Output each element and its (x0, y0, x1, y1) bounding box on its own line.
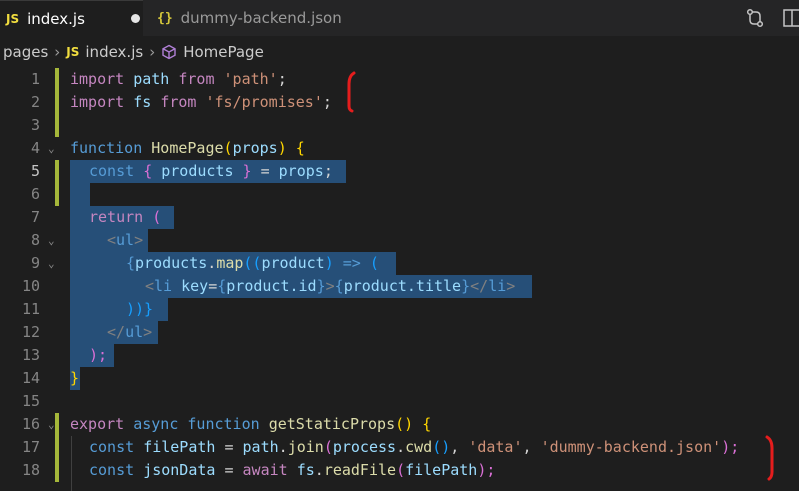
code-text: const { products } = props; (89, 162, 333, 180)
code-line: 5 const { products } = props; (0, 160, 799, 183)
line-number: 16 (21, 415, 40, 433)
line-number: 9 (30, 254, 40, 272)
tab-index-js[interactable]: JS index.js (0, 0, 143, 36)
code-text: {products.map((product) => ( (126, 254, 379, 272)
unsaved-dot-icon[interactable] (130, 14, 140, 23)
symbol-method-icon (161, 44, 177, 60)
line-number: 18 (21, 461, 40, 479)
code-text: </ul> (107, 323, 153, 341)
git-modified-marker (55, 459, 59, 482)
line-number: 5 (30, 162, 40, 180)
code-line: 12 </ul> (0, 321, 799, 344)
code-text: <li key={product.id}>{product.title}</li… (145, 277, 516, 295)
code-text: export async function getStaticProps() { (70, 415, 432, 433)
breadcrumb-file[interactable]: index.js (85, 43, 143, 61)
tab-label: index.js (27, 9, 85, 28)
split-editor-icon[interactable] (783, 8, 799, 28)
tab-dummy-backend-json[interactable]: {} dummy-backend.json (143, 0, 373, 36)
code-line: 13 ); (0, 344, 799, 367)
git-modified-marker (55, 160, 59, 183)
line-number: 13 (21, 346, 40, 364)
code-line: 2 import fs from 'fs/promises'; (0, 91, 799, 114)
line-number: 11 (21, 300, 40, 318)
line-number: 15 (21, 392, 40, 410)
line-number: 8 (30, 231, 40, 249)
fold-chevron-icon[interactable]: ⌄ (48, 252, 58, 275)
annotation-mark (347, 71, 356, 113)
breadcrumb: pages › JS index.js › HomePage (0, 38, 264, 66)
json-file-icon: {} (157, 10, 173, 26)
code-editor[interactable]: 1 import path from 'path'; 2 import fs f… (0, 68, 799, 491)
tab-label: dummy-backend.json (180, 9, 342, 27)
code-line: 6 (0, 183, 799, 206)
code-line: 18 const jsonData = await fs.readFile(fi… (0, 459, 799, 482)
git-modified-marker (55, 114, 59, 137)
line-number: 14 (21, 369, 40, 387)
javascript-file-icon: JS (66, 45, 80, 59)
code-line: 3 (0, 114, 799, 137)
source-control-icon[interactable] (745, 8, 765, 28)
code-line: 16 ⌄ export async function getStaticProp… (0, 413, 799, 436)
code-line: 8 ⌄ <ul> (0, 229, 799, 252)
line-number: 7 (30, 208, 40, 226)
chevron-right-icon: › (149, 43, 156, 61)
code-text: return ( (89, 208, 162, 226)
code-text: function HomePage(props) { (70, 139, 305, 157)
line-number: 3 (30, 116, 40, 134)
code-text: ))} (126, 300, 154, 318)
git-modified-marker (55, 68, 59, 91)
code-text: const filePath = path.join(process.cwd()… (89, 438, 740, 456)
annotation-mark (765, 435, 774, 481)
code-text: <ul> (107, 231, 144, 249)
code-line: 14 } (0, 367, 799, 390)
javascript-file-icon: JS (6, 11, 20, 26)
code-line: 17 const filePath = path.join(process.cw… (0, 436, 799, 459)
fold-chevron-icon[interactable]: ⌄ (48, 413, 58, 436)
line-number: 4 (30, 139, 40, 157)
line-number: 1 (30, 70, 40, 88)
code-line: 11 ))} (0, 298, 799, 321)
editor-tab-bar: JS index.js {} dummy-backend.json (0, 0, 799, 36)
code-line: 7 return ( (0, 206, 799, 229)
git-modified-marker (55, 436, 59, 459)
git-modified-marker (55, 183, 59, 206)
breadcrumb-symbol[interactable]: HomePage (183, 43, 264, 61)
fold-chevron-icon[interactable]: ⌄ (48, 137, 58, 160)
tab-actions (745, 0, 799, 36)
code-text: import fs from 'fs/promises'; (70, 93, 332, 111)
code-line: 4 ⌄ function HomePage(props) { (0, 137, 799, 160)
breadcrumb-folder[interactable]: pages (3, 43, 48, 61)
line-number: 12 (21, 323, 40, 341)
line-number: 6 (30, 185, 40, 203)
line-number: 17 (21, 438, 40, 456)
code-text: ); (89, 346, 108, 364)
fold-chevron-icon[interactable]: ⌄ (48, 229, 58, 252)
code-line: 15 (0, 390, 799, 413)
code-line: 10 <li key={product.id}>{product.title}<… (0, 275, 799, 298)
chevron-right-icon: › (54, 43, 61, 61)
line-number: 10 (21, 277, 40, 295)
selection-highlight (70, 298, 168, 321)
code-text: const jsonData = await fs.readFile(fileP… (89, 461, 496, 479)
code-line: 1 import path from 'path'; (0, 68, 799, 91)
line-number: 2 (30, 93, 40, 111)
code-text: import path from 'path'; (70, 70, 287, 88)
git-modified-marker (55, 91, 59, 114)
code-text: } (70, 369, 80, 387)
selection-highlight (70, 183, 90, 206)
code-line: 9 ⌄ {products.map((product) => ( (0, 252, 799, 275)
